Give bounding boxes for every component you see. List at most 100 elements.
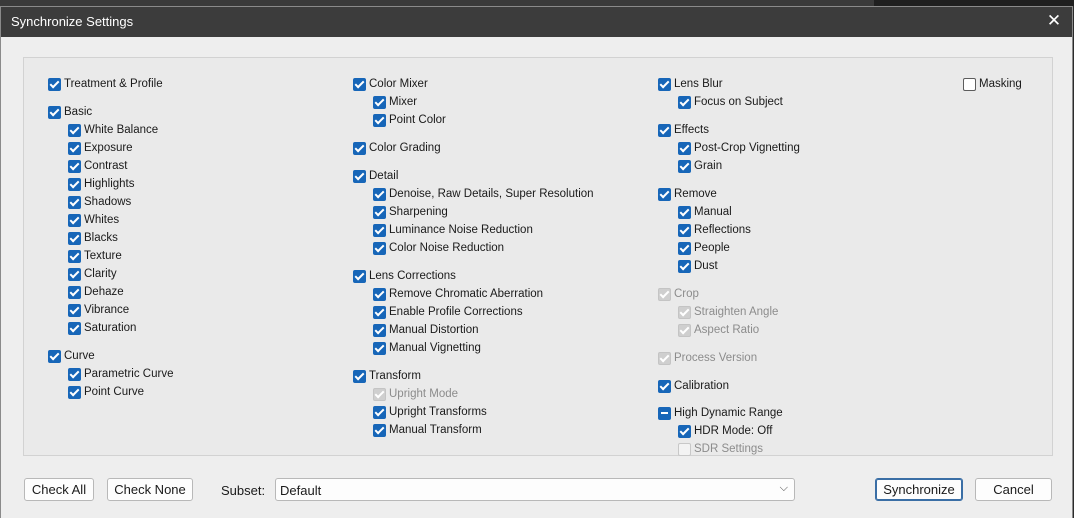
title-bar[interactable]: Synchronize Settings ✕ [1, 7, 1072, 37]
checkbox-parametric-curve[interactable]: Parametric Curve [68, 366, 173, 382]
checkbox-checked-icon[interactable] [68, 267, 81, 281]
checkbox-checked-icon[interactable] [658, 379, 671, 393]
checkbox-vibrance[interactable]: Vibrance [68, 302, 129, 318]
subset-select[interactable]: Default ⌵ [275, 478, 795, 501]
checkbox-color-grading[interactable]: Color Grading [353, 140, 441, 156]
checkbox-checked-icon[interactable] [68, 213, 81, 227]
checkbox-checked-icon[interactable] [373, 223, 386, 237]
checkbox-checked-icon[interactable] [373, 341, 386, 355]
checkbox-lens-corrections[interactable]: Lens Corrections [353, 268, 456, 284]
checkbox-transform[interactable]: Transform [353, 368, 421, 384]
checkbox-focus-on-subject[interactable]: Focus on Subject [678, 94, 783, 110]
checkbox-dust[interactable]: Dust [678, 258, 718, 274]
checkbox-checked-icon[interactable] [353, 369, 366, 383]
checkbox-checked-icon[interactable] [678, 205, 691, 219]
checkbox-lens-blur[interactable]: Lens Blur [658, 76, 723, 92]
checkbox-whites[interactable]: Whites [68, 212, 119, 228]
checkbox-checked-icon[interactable] [68, 249, 81, 263]
checkbox-checked-icon[interactable] [678, 241, 691, 255]
checkbox-checked-icon[interactable] [48, 349, 61, 363]
close-icon[interactable]: ✕ [1044, 11, 1064, 31]
checkbox-partial-icon[interactable] [658, 406, 671, 420]
checkbox-checked-icon[interactable] [68, 231, 81, 245]
checkbox-checked-icon[interactable] [373, 405, 386, 419]
checkbox-checked-icon[interactable] [658, 123, 671, 137]
checkbox-checked-icon[interactable] [373, 305, 386, 319]
checkbox-curve[interactable]: Curve [48, 348, 95, 364]
checkbox-checked-icon[interactable] [68, 141, 81, 155]
checkbox-manual-transform[interactable]: Manual Transform [373, 422, 482, 438]
checkbox-checked-icon[interactable] [678, 141, 691, 155]
checkbox-mixer[interactable]: Mixer [373, 94, 417, 110]
checkbox-color-noise-reduction[interactable]: Color Noise Reduction [373, 240, 504, 256]
checkbox-checked-icon[interactable] [658, 187, 671, 201]
checkbox-manual[interactable]: Manual [678, 204, 732, 220]
checkbox-contrast[interactable]: Contrast [68, 158, 127, 174]
checkbox-checked-icon[interactable] [373, 241, 386, 255]
checkbox-checked-icon[interactable] [373, 95, 386, 109]
checkbox-luminance-noise-reduction[interactable]: Luminance Noise Reduction [373, 222, 533, 238]
checkbox-detail[interactable]: Detail [353, 168, 398, 184]
checkbox-checked-icon[interactable] [373, 287, 386, 301]
checkbox-checked-icon[interactable] [68, 367, 81, 381]
checkbox-hdr-mode-off[interactable]: HDR Mode: Off [678, 423, 772, 439]
synchronize-button[interactable]: Synchronize [875, 478, 963, 501]
checkbox-checked-icon[interactable] [68, 285, 81, 299]
checkbox-point-color[interactable]: Point Color [373, 112, 446, 128]
checkbox-denoise-raw-details-super-resolution[interactable]: Denoise, Raw Details, Super Resolution [373, 186, 594, 202]
checkbox-checked-icon[interactable] [353, 141, 366, 155]
checkbox-checked-icon[interactable] [353, 77, 366, 91]
checkbox-dehaze[interactable]: Dehaze [68, 284, 124, 300]
checkbox-saturation[interactable]: Saturation [68, 320, 136, 336]
checkbox-masking[interactable]: Masking [963, 76, 1022, 92]
checkbox-shadows[interactable]: Shadows [68, 194, 131, 210]
checkbox-checked-icon[interactable] [48, 105, 61, 119]
checkbox-manual-vignetting[interactable]: Manual Vignetting [373, 340, 481, 356]
checkbox-exposure[interactable]: Exposure [68, 140, 133, 156]
checkbox-sharpening[interactable]: Sharpening [373, 204, 448, 220]
checkbox-enable-profile-corrections[interactable]: Enable Profile Corrections [373, 304, 523, 320]
checkbox-high-dynamic-range[interactable]: High Dynamic Range [658, 405, 783, 421]
checkbox-effects[interactable]: Effects [658, 122, 709, 138]
checkbox-checked-icon[interactable] [353, 169, 366, 183]
checkbox-upright-transforms[interactable]: Upright Transforms [373, 404, 487, 420]
checkbox-checked-icon[interactable] [373, 187, 386, 201]
checkbox-checked-icon[interactable] [373, 323, 386, 337]
checkbox-white-balance[interactable]: White Balance [68, 122, 158, 138]
checkbox-checked-icon[interactable] [373, 113, 386, 127]
checkbox-post-crop-vignetting[interactable]: Post-Crop Vignetting [678, 140, 800, 156]
checkbox-basic[interactable]: Basic [48, 104, 92, 120]
checkbox-checked-icon[interactable] [678, 95, 691, 109]
cancel-button[interactable]: Cancel [975, 478, 1052, 501]
checkbox-checked-icon[interactable] [658, 77, 671, 91]
checkbox-checked-icon[interactable] [68, 123, 81, 137]
checkbox-remove-chromatic-aberration[interactable]: Remove Chromatic Aberration [373, 286, 543, 302]
checkbox-grain[interactable]: Grain [678, 158, 722, 174]
checkbox-checked-icon[interactable] [68, 385, 81, 399]
checkbox-checked-icon[interactable] [678, 223, 691, 237]
check-none-button[interactable]: Check None [107, 478, 193, 501]
checkbox-empty-icon[interactable] [963, 77, 976, 91]
checkbox-checked-icon[interactable] [68, 303, 81, 317]
checkbox-checked-icon[interactable] [68, 177, 81, 191]
checkbox-reflections[interactable]: Reflections [678, 222, 751, 238]
checkbox-point-curve[interactable]: Point Curve [68, 384, 144, 400]
checkbox-checked-icon[interactable] [68, 195, 81, 209]
checkbox-treatment-profile[interactable]: Treatment & Profile [48, 76, 163, 92]
checkbox-clarity[interactable]: Clarity [68, 266, 117, 282]
checkbox-checked-icon[interactable] [48, 77, 61, 91]
checkbox-checked-icon[interactable] [678, 159, 691, 173]
checkbox-texture[interactable]: Texture [68, 248, 122, 264]
checkbox-highlights[interactable]: Highlights [68, 176, 135, 192]
checkbox-checked-icon[interactable] [373, 423, 386, 437]
checkbox-checked-icon[interactable] [68, 159, 81, 173]
checkbox-checked-icon[interactable] [68, 321, 81, 335]
checkbox-calibration[interactable]: Calibration [658, 378, 729, 394]
checkbox-checked-icon[interactable] [678, 259, 691, 273]
checkbox-manual-distortion[interactable]: Manual Distortion [373, 322, 478, 338]
checkbox-remove[interactable]: Remove [658, 186, 717, 202]
check-all-button[interactable]: Check All [24, 478, 94, 501]
checkbox-checked-icon[interactable] [373, 205, 386, 219]
checkbox-people[interactable]: People [678, 240, 730, 256]
checkbox-color-mixer[interactable]: Color Mixer [353, 76, 428, 92]
